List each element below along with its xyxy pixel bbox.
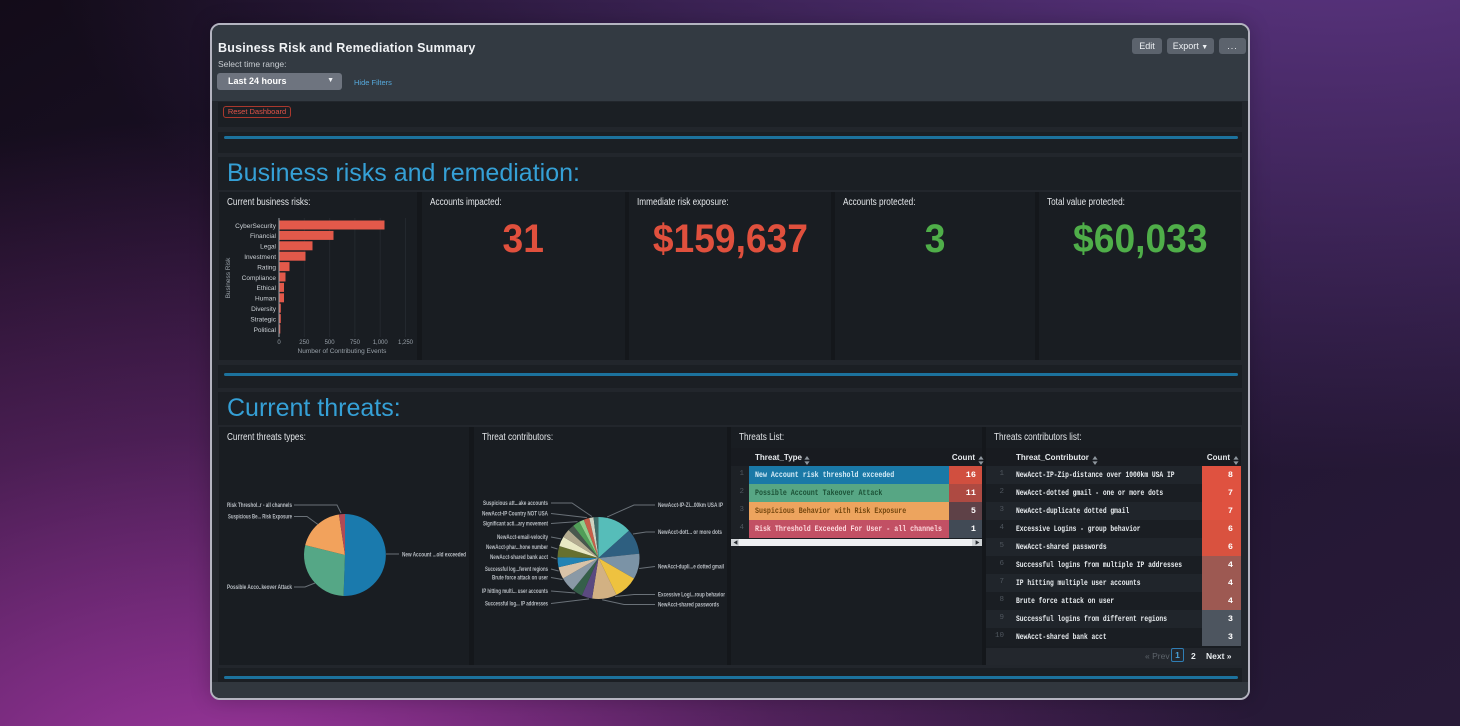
svg-text:Risk Threshol..r - all channel: Risk Threshol..r - all channels bbox=[227, 502, 292, 509]
svg-text:NewAcct-shared bank acct: NewAcct-shared bank acct bbox=[490, 554, 549, 561]
svg-text:Suspicious att...ake accounts: Suspicious att...ake accounts bbox=[483, 500, 548, 507]
svg-text:NewAcct-dott... or more dots: NewAcct-dott... or more dots bbox=[658, 529, 722, 536]
svg-text:250: 250 bbox=[299, 340, 310, 346]
svg-text:NewAcct-dupli...e dotted gmail: NewAcct-dupli...e dotted gmail bbox=[658, 564, 724, 571]
svg-text:Significant acti...ary movemen: Significant acti...ary movement bbox=[483, 521, 549, 528]
svg-text:NewAcct-email-velocity: NewAcct-email-velocity bbox=[497, 534, 548, 541]
svg-text:Business Risk: Business Risk bbox=[225, 257, 232, 299]
svg-text:750: 750 bbox=[350, 340, 361, 346]
svg-text:Possible Acco..keover Attack: Possible Acco..keover Attack bbox=[227, 584, 292, 591]
svg-text:Diversity: Diversity bbox=[251, 306, 277, 313]
svg-text:Human: Human bbox=[255, 296, 276, 303]
svg-text:1,250: 1,250 bbox=[398, 340, 414, 346]
svg-text:Successful log... IP addresses: Successful log... IP addresses bbox=[485, 601, 548, 608]
svg-text:Successful log...ferent region: Successful log...ferent regions bbox=[485, 566, 548, 573]
svg-text:NewAcct-IP Country NOT USA: NewAcct-IP Country NOT USA bbox=[482, 511, 548, 518]
svg-text:NewAcct-IP-Zi...00km USA IP: NewAcct-IP-Zi...00km USA IP bbox=[658, 502, 723, 509]
svg-text:Number of Contributing Events: Number of Contributing Events bbox=[298, 348, 388, 355]
svg-text:Rating: Rating bbox=[257, 264, 276, 271]
svg-text:New Account ...old exceeded: New Account ...old exceeded bbox=[402, 552, 466, 559]
svg-text:Investment: Investment bbox=[244, 254, 276, 261]
svg-text:Strategic: Strategic bbox=[250, 316, 276, 323]
svg-text:1,000: 1,000 bbox=[373, 340, 389, 346]
svg-text:Ethical: Ethical bbox=[256, 285, 276, 292]
svg-text:NewAcct-phar...hone number: NewAcct-phar...hone number bbox=[486, 544, 548, 551]
svg-text:Suspicious Be... Risk Exposure: Suspicious Be... Risk Exposure bbox=[228, 514, 292, 521]
svg-text:Compliance: Compliance bbox=[242, 275, 277, 282]
svg-text:Brute force attack on user: Brute force attack on user bbox=[492, 575, 548, 582]
svg-text:Financial: Financial bbox=[250, 233, 277, 240]
svg-text:500: 500 bbox=[325, 340, 336, 346]
svg-text:Legal: Legal bbox=[260, 244, 276, 251]
svg-text:NewAcct-shared passwords: NewAcct-shared passwords bbox=[658, 602, 719, 609]
svg-text:IP hitting multi... user accou: IP hitting multi... user accounts bbox=[482, 588, 548, 595]
svg-text:CyberSecurity: CyberSecurity bbox=[235, 223, 277, 230]
svg-text:Excessive Logi...roup behavior: Excessive Logi...roup behavior bbox=[658, 592, 725, 599]
svg-text:0: 0 bbox=[277, 340, 281, 346]
svg-text:Political: Political bbox=[254, 327, 277, 334]
